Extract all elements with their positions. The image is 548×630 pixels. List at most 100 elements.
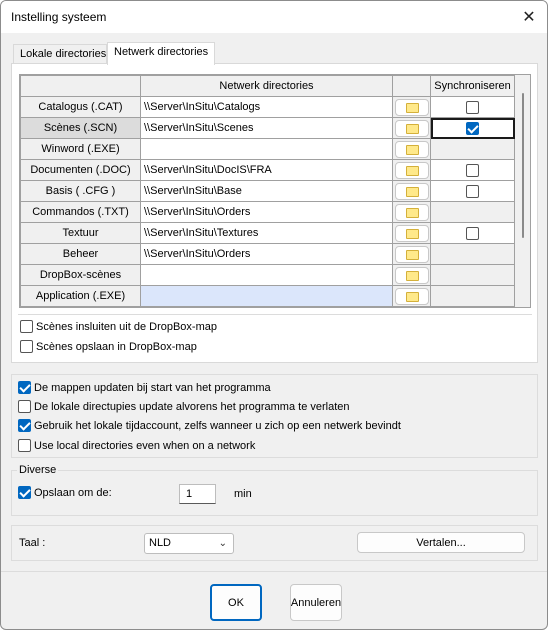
table-row[interactable]: Application (.EXE) [20,285,515,307]
browse-cell [392,285,431,307]
sync-checkbox[interactable] [466,100,479,114]
browse-cell [392,138,431,160]
language-label: Taal : [19,537,46,549]
browse-cell [392,159,431,181]
separator [18,314,532,315]
sync-cell [430,159,515,181]
language-select-value: NLD [149,537,172,549]
browse-folder-button[interactable] [394,287,429,305]
scrollbar-thumb[interactable] [522,93,524,238]
option-update-on-start[interactable]: De mappen updaten bij start van het prog… [18,381,271,394]
sync-cell-empty [430,201,515,223]
directory-path-cell[interactable]: \\Server\InSitu\Textures [140,222,393,244]
directory-path-cell[interactable]: \\Server\InSitu\Orders [140,201,393,223]
directory-path-cell[interactable]: \\Server\InSitu\Catalogs [140,96,393,118]
sync-cell-empty [430,264,515,286]
row-header-label: Winword (.EXE) [20,138,141,160]
sync-cell [430,222,515,244]
sync-cell-empty [430,243,515,265]
autosave-unit: min [234,488,252,500]
folder-icon [405,165,419,176]
translate-button[interactable]: Vertalen... [357,532,525,553]
sync-checkbox[interactable] [466,163,479,177]
autosave-label: Opslaan om de: [34,486,112,499]
dropbox-save-label: Scènes opslaan in DropBox-map [36,340,197,353]
directory-path-cell[interactable] [140,285,393,307]
browse-folder-button[interactable] [394,98,429,116]
browse-cell [392,222,431,244]
table-row[interactable]: Scènes (.SCN) \\Server\InSitu\Scenes [20,117,515,139]
row-header-label: Scènes (.SCN) [20,117,141,139]
grid-vertical-scrollbar[interactable] [515,75,530,307]
directory-path-cell[interactable]: \\Server\InSitu\Base [140,180,393,202]
table-row[interactable]: Documenten (.DOC) \\Server\InSitu\DocIS\F… [20,159,515,181]
table-row[interactable]: Beheer \\Server\InSitu\Orders [20,243,515,265]
directory-path-cell[interactable]: \\Server\InSitu\Orders [140,243,393,265]
table-row[interactable]: Winword (.EXE) [20,138,515,160]
network-directories-panel: Netwerk directories Synchroniseren Catal… [11,63,538,363]
table-row[interactable]: Textuur \\Server\InSitu\Textures [20,222,515,244]
option-update-on-exit-checkbox[interactable] [18,400,31,413]
browse-folder-button[interactable] [394,245,429,263]
language-select[interactable]: NLD ⌄ [144,533,234,554]
option-update-on-exit[interactable]: De lokale directupies update alvorens he… [18,400,350,413]
sync-cell-empty [430,285,515,307]
browse-folder-button[interactable] [394,203,429,221]
row-header-label: Textuur [20,222,141,244]
table-row[interactable]: Basis ( .CFG ) \\Server\InSitu\Base [20,180,515,202]
row-header-label: Commandos (.TXT) [20,201,141,223]
option-local-dirs-on-network-checkbox[interactable] [18,439,31,452]
table-row[interactable]: DropBox-scènes [20,264,515,286]
option-update-on-start-checkbox[interactable] [18,381,31,394]
browse-folder-button[interactable] [394,140,429,158]
folder-icon [405,144,419,155]
ok-button[interactable]: OK [210,584,262,621]
row-header-label: DropBox-scènes [20,264,141,286]
browse-folder-button[interactable] [394,182,429,200]
tab-network-directories[interactable]: Netwerk directories [107,42,215,65]
directory-path-cell[interactable]: \\Server\InSitu\DocIS\FRA [140,159,393,181]
directory-path-cell[interactable]: \\Server\InSitu\Scenes [140,117,393,139]
browse-folder-button[interactable] [394,161,429,179]
option-local-time-account[interactable]: Gebruik het lokale tijdaccount, zelfs wa… [18,419,401,432]
tab-local-directories[interactable]: Lokale directories [13,44,107,64]
autosave-checkbox[interactable] [18,486,31,499]
directory-path-cell[interactable] [140,138,393,160]
folder-icon [405,186,419,197]
close-icon[interactable]: ✕ [517,5,541,29]
sync-checkbox[interactable] [466,184,479,198]
table-row[interactable]: Commandos (.TXT) \\Server\InSitu\Orders [20,201,515,223]
sync-checkbox[interactable] [466,226,479,240]
option-local-time-account-checkbox[interactable] [18,419,31,432]
browse-folder-button[interactable] [394,119,429,137]
option-update-on-start-label: De mappen updaten bij start van het prog… [34,381,271,394]
grid-header-button [392,75,431,97]
table-row[interactable]: Catalogus (.CAT) \\Server\InSitu\Catalogs [20,96,515,118]
dropbox-exclude-checkbox[interactable] [20,320,33,333]
autosave-option[interactable]: Opslaan om de: [18,486,112,499]
row-header-label: Application (.EXE) [20,285,141,307]
browse-folder-button[interactable] [394,224,429,242]
folder-icon [405,291,419,302]
browse-folder-button[interactable] [394,266,429,284]
option-local-dirs-on-network-label: Use local directories even when on a net… [34,439,256,452]
row-header-label: Documenten (.DOC) [20,159,141,181]
dropbox-exclude-option[interactable]: Scènes insluiten uit de DropBox-map [20,320,217,333]
dropbox-save-option[interactable]: Scènes opslaan in DropBox-map [20,340,197,353]
title-bar: Instelling systeem ✕ [1,1,547,33]
dialog-title: Instelling systeem [11,10,107,24]
sync-checkbox[interactable] [466,121,479,135]
option-local-dirs-on-network[interactable]: Use local directories even when on a net… [18,439,255,452]
row-header-label: Beheer [20,243,141,265]
option-update-on-exit-label: De lokale directupies update alvorens he… [34,400,350,413]
dropbox-save-checkbox[interactable] [20,340,33,353]
footer-separator [1,571,547,572]
browse-cell [392,117,431,139]
chevron-down-icon: ⌄ [218,538,227,549]
directory-path-cell[interactable] [140,264,393,286]
browse-cell [392,243,431,265]
folder-icon [405,207,419,218]
cancel-button[interactable]: Annuleren [290,584,342,621]
settings-dialog: Instelling systeem ✕ Lokale directories … [0,0,548,630]
autosave-minutes-input[interactable]: 1 [179,484,216,504]
